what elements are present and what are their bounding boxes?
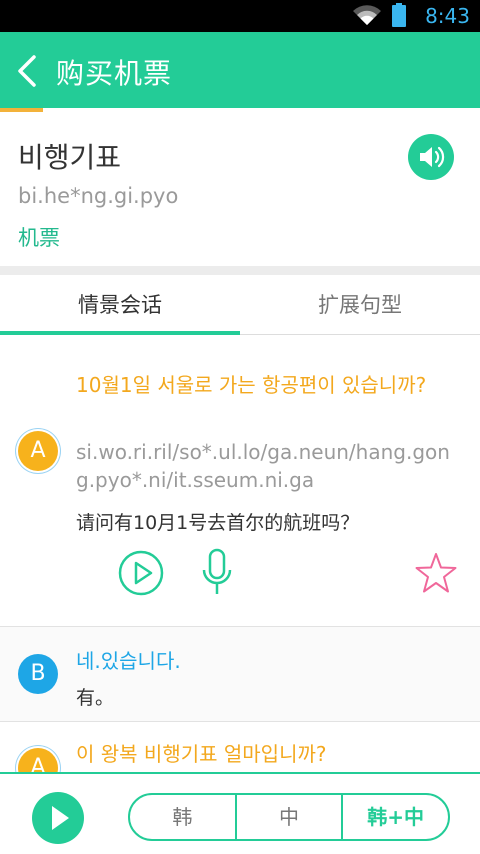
speaker-badge-a: A xyxy=(18,431,58,471)
dialog-romanization: si.wo.ri.ril/so*.ul.lo/ga.neun/hang.gong… xyxy=(76,440,450,492)
word-korean: 비행기표 xyxy=(18,141,122,174)
mode-korean[interactable]: 韩 xyxy=(130,795,237,839)
back-icon[interactable] xyxy=(14,54,40,88)
play-sentence-button[interactable] xyxy=(118,550,164,596)
star-icon[interactable] xyxy=(414,552,458,594)
language-mode-selector: 韩 中 韩+中 xyxy=(128,793,450,841)
play-icon xyxy=(52,806,69,830)
mode-chinese[interactable]: 中 xyxy=(237,795,344,839)
tab-extended-patterns[interactable]: 扩展句型 xyxy=(240,275,480,335)
bottom-bar: 韩 中 韩+中 xyxy=(0,772,480,854)
speaker-badge-b: B xyxy=(18,654,58,694)
microphone-icon[interactable] xyxy=(200,548,234,598)
play-all-button[interactable] xyxy=(32,792,84,844)
dialog-item[interactable]: B 네.있습니다. 有。 xyxy=(0,627,480,721)
dialog-translation: 请问有10月1号去首尔的航班吗？ xyxy=(76,512,360,534)
word-romanization: bi.he*ng.gi.pyo xyxy=(18,184,179,208)
section-separator xyxy=(0,266,480,275)
page-title: 购买机票 xyxy=(56,57,173,90)
dialog-item[interactable]: A 이 왕복 비행기표 얼마입니까? xyxy=(0,722,480,772)
dialog-translation: 有。 xyxy=(76,687,115,709)
battery-icon xyxy=(392,3,406,27)
word-translation: 机票 xyxy=(18,226,60,250)
status-time: 8:43 xyxy=(425,4,470,28)
app-bar: 购买机票 xyxy=(0,32,480,110)
pronounce-button[interactable] xyxy=(408,134,454,180)
dialog-korean: 10월1일 서울로 가는 항공편이 있습니까? xyxy=(76,373,427,397)
status-bar: 8:43 xyxy=(0,0,480,32)
dialog-korean: 이 왕복 비행기표 얼마입니까? xyxy=(76,742,327,766)
active-tab-indicator xyxy=(0,331,240,335)
dialog-item[interactable]: A 10월1일 서울로 가는 항공편이 있습니까? si.wo.ri.ril/s… xyxy=(0,336,480,626)
speaker-badge-a: A xyxy=(18,748,58,772)
wifi-icon xyxy=(353,5,381,26)
speaker-icon xyxy=(420,146,445,168)
word-card: 비행기표 bi.he*ng.gi.pyo 机票 xyxy=(0,112,480,266)
mode-korean-chinese[interactable]: 韩+中 xyxy=(343,795,448,839)
tab-scene-dialog[interactable]: 情景会话 xyxy=(0,275,240,335)
tab-bar: 情景会话 扩展句型 xyxy=(0,275,480,335)
dialog-korean: 네.있습니다. xyxy=(76,649,181,673)
